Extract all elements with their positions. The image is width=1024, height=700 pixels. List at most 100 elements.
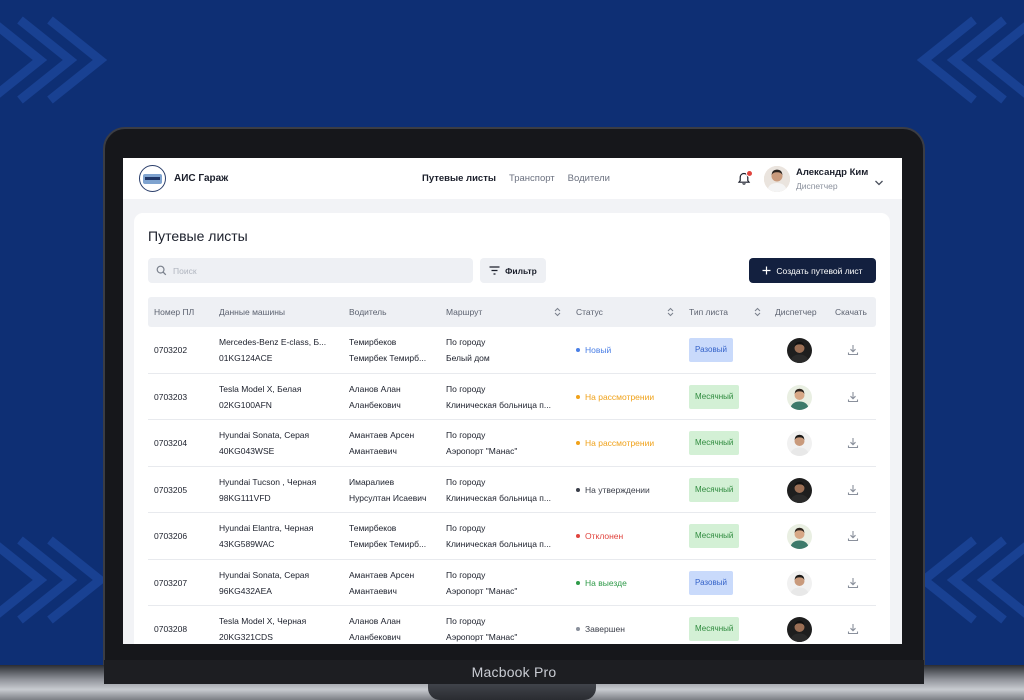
row-driver-name: Нурсултан Исаевич — [349, 492, 427, 503]
status-text: На утверждении — [585, 484, 650, 495]
create-waybill-button[interactable]: Создать путевой лист — [749, 258, 876, 283]
sort-sheet-type-icon[interactable] — [754, 307, 761, 317]
search-box[interactable] — [148, 258, 473, 283]
status-dot — [576, 580, 580, 585]
row-driver-name: Аланбекович — [349, 399, 401, 410]
header-sheet-type[interactable]: Тип листа — [689, 297, 728, 327]
dispatcher-avatar[interactable] — [787, 617, 812, 642]
header-driver[interactable]: Водитель — [349, 297, 387, 327]
header-dispatcher: Диспетчер — [775, 307, 817, 317]
status-text: На выезде — [585, 577, 627, 588]
row-car-plate: 02KG100AFN — [219, 399, 272, 410]
filter-button-label: Фильтр — [505, 265, 537, 276]
nav-item-waybills[interactable]: Путевые листы — [422, 173, 496, 184]
header-route[interactable]: Маршрут — [446, 297, 482, 327]
top-navbar: АИС Гараж Путевые листы Транспорт Водите… — [123, 158, 902, 199]
row-driver-name: Амантаевич — [349, 446, 397, 456]
row-car-model: Tesla Model X, Черная — [219, 616, 307, 626]
table-row[interactable]: 0703204 Hyundai Sonata, Серая 40KG043WSE… — [148, 420, 876, 467]
table-row[interactable]: 0703203 Tesla Model X, Белая 02KG100AFN … — [148, 374, 876, 420]
dispatcher-avatar[interactable] — [787, 524, 812, 549]
device-label: Macbook Pro — [471, 664, 557, 680]
row-car-plate: 40KG043WSE — [219, 446, 275, 456]
dispatcher-avatar[interactable] — [787, 338, 812, 363]
sort-status-icon[interactable] — [667, 307, 674, 317]
notification-dot — [746, 170, 753, 177]
row-driver-name: Темирбек Темирб... — [349, 539, 427, 549]
row-number: 0703204 — [154, 438, 188, 448]
sheet-type-badge: Разовый — [689, 570, 733, 595]
row-driver-name: Темирбек Темирб... — [349, 353, 427, 363]
table-row[interactable]: 0703208 Tesla Model X, Черная 20KG321CDS… — [148, 606, 876, 644]
row-driver-surname: Темирбеков — [349, 337, 397, 347]
row-route-destination: Аэропорт "Манас" — [446, 585, 518, 596]
header-car[interactable]: Данные машины — [219, 297, 285, 327]
download-icon[interactable] — [847, 344, 859, 356]
user-name[interactable]: Александр Ким — [796, 167, 868, 178]
row-route-destination: Клиническая больница п... — [446, 492, 551, 503]
download-icon[interactable] — [847, 484, 859, 496]
laptop-notch — [428, 684, 596, 700]
row-driver-surname: Амантаев Арсен — [349, 569, 415, 580]
filter-icon — [489, 266, 500, 275]
status-text: Отклонен — [585, 531, 624, 541]
sheet-type-badge: Месячный — [689, 477, 740, 502]
row-car-plate: 96KG432AEA — [219, 585, 272, 596]
row-route-destination: Клиническая больница п... — [446, 539, 551, 549]
create-button-label: Создать путевой лист — [776, 265, 863, 276]
dispatcher-avatar[interactable] — [787, 570, 812, 596]
nav-item-transport[interactable]: Транспорт — [509, 173, 555, 184]
row-car-model: Hyundai Tucson , Черная — [219, 476, 317, 487]
search-input[interactable] — [173, 265, 453, 276]
row-car-plate: 43KG589WAC — [219, 539, 275, 549]
row-car-model: Mercedes-Benz E-class, Б... — [219, 337, 327, 347]
notification-bell-icon[interactable] — [737, 170, 753, 186]
row-driver-surname: Аланов Алан — [349, 616, 401, 626]
dispatcher-avatar[interactable] — [787, 477, 812, 503]
user-role: Диспетчер — [796, 181, 838, 191]
row-car-model: Tesla Model X, Белая — [219, 383, 302, 394]
status-text: На рассмотрении — [585, 438, 655, 448]
status-text: Новый — [585, 345, 612, 355]
row-car-model: Hyundai Sonata, Серая — [219, 569, 310, 580]
row-number: 0703207 — [154, 577, 188, 588]
header-download: Скачать — [835, 307, 867, 317]
row-driver-surname: Темирбеков — [349, 523, 397, 533]
download-icon[interactable] — [847, 623, 859, 635]
row-car-plate: 01KG124ACE — [219, 353, 273, 363]
header-status[interactable]: Статус — [576, 297, 603, 327]
row-car-plate: 98KG111VFD — [219, 492, 271, 503]
page-title: Путевые листы — [148, 228, 248, 244]
download-icon[interactable] — [847, 577, 859, 589]
table-row[interactable]: 0703207 Hyundai Sonata, Серая 96KG432AEA… — [148, 560, 876, 606]
table-row[interactable]: 0703202 Mercedes-Benz E-class, Б... 01KG… — [148, 327, 876, 374]
app-screen: АИС Гараж Путевые листы Транспорт Водите… — [123, 158, 902, 644]
sheet-type-badge: Месячный — [689, 384, 740, 409]
row-number: 0703202 — [154, 345, 188, 355]
sort-route-icon[interactable] — [554, 307, 561, 317]
dispatcher-avatar[interactable] — [787, 384, 812, 410]
table-row[interactable]: 0703206 Hyundai Elantra, Черная 43KG589W… — [148, 513, 876, 560]
brand-name[interactable]: АИС Гараж — [174, 173, 228, 184]
chevron-down-icon[interactable] — [874, 174, 884, 186]
row-number: 0703203 — [154, 391, 188, 402]
filter-button[interactable]: Фильтр — [480, 258, 546, 283]
table-body: 0703202 Mercedes-Benz E-class, Б... 01KG… — [148, 327, 876, 644]
nav-item-drivers[interactable]: Водители — [568, 173, 610, 184]
row-route-type: По городу — [446, 476, 486, 487]
row-driver-surname: Амантаев Арсен — [349, 430, 415, 440]
row-car-plate: 20KG321CDS — [219, 632, 273, 642]
status-dot — [576, 534, 580, 538]
download-icon[interactable] — [847, 437, 859, 449]
sheet-type-badge: Месячный — [689, 524, 740, 548]
sheet-type-badge: Месячный — [689, 431, 740, 455]
table-row[interactable]: 0703205 Hyundai Tucson , Черная 98KG111V… — [148, 467, 876, 513]
status-text: Завершен — [585, 624, 625, 634]
header-number[interactable]: Номер ПЛ — [154, 297, 194, 327]
dispatcher-avatar[interactable] — [787, 431, 812, 456]
user-avatar[interactable] — [764, 166, 790, 192]
download-icon[interactable] — [847, 530, 859, 542]
download-icon[interactable] — [847, 391, 859, 403]
logo-icon[interactable] — [139, 165, 166, 192]
status-dot — [576, 348, 580, 352]
